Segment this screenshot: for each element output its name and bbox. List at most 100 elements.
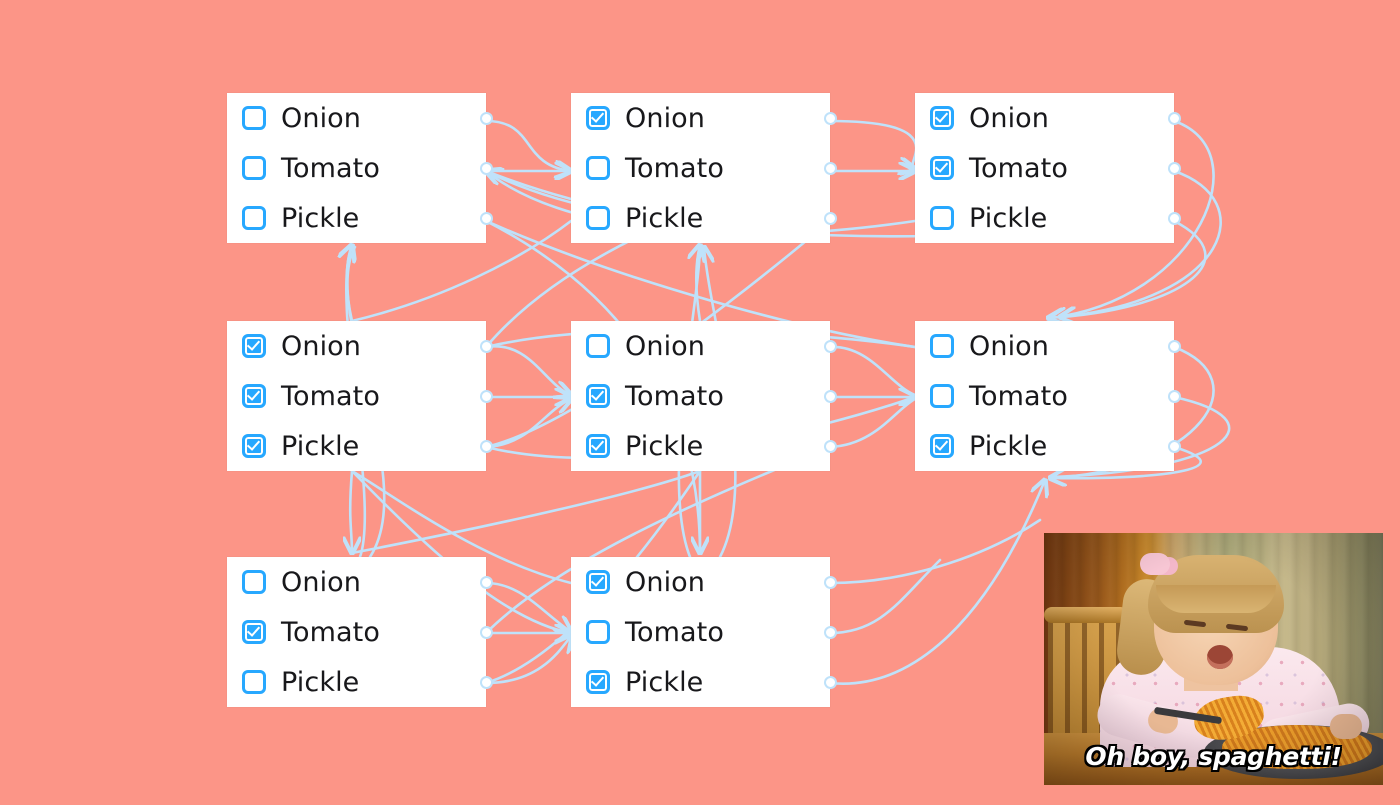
- ingredient-label: Pickle: [625, 430, 704, 462]
- ingredient-label: Tomato: [969, 152, 1068, 184]
- connection-handle-right[interactable]: [824, 161, 837, 175]
- ingredient-row[interactable]: Tomato: [571, 607, 830, 657]
- ingredient-card[interactable]: Onion Tomato Pickle: [915, 93, 1181, 243]
- ingredient-row[interactable]: Onion: [227, 93, 486, 143]
- ingredient-row[interactable]: Pickle: [227, 421, 486, 471]
- ingredient-row[interactable]: Onion: [571, 557, 830, 607]
- connection-handle-right[interactable]: [480, 161, 493, 175]
- connection-handle-right[interactable]: [480, 625, 493, 639]
- ingredient-label: Tomato: [281, 152, 380, 184]
- connection-handle-right[interactable]: [1168, 389, 1181, 403]
- ingredient-label: Onion: [625, 330, 705, 362]
- ingredient-label: Onion: [281, 102, 361, 134]
- meme-caption: Oh boy, spaghetti!: [1085, 742, 1342, 771]
- checkbox-unchecked-icon[interactable]: [930, 206, 954, 230]
- checkbox-unchecked-icon[interactable]: [930, 384, 954, 408]
- connection-handle-right[interactable]: [824, 675, 837, 689]
- ingredient-card[interactable]: Onion Tomato Pickle: [915, 321, 1181, 471]
- connection-handle-right[interactable]: [1168, 161, 1181, 175]
- connection-handle-right[interactable]: [480, 575, 493, 589]
- ingredient-row[interactable]: Onion: [915, 93, 1174, 143]
- ingredient-row[interactable]: Onion: [915, 321, 1174, 371]
- checkbox-checked-icon[interactable]: [930, 434, 954, 458]
- checkbox-checked-icon[interactable]: [586, 434, 610, 458]
- connection-handle-right[interactable]: [824, 575, 837, 589]
- connection-handle-right[interactable]: [824, 625, 837, 639]
- ingredient-row[interactable]: Onion: [227, 321, 486, 371]
- ingredient-label: Onion: [625, 566, 705, 598]
- ingredient-label: Tomato: [969, 380, 1068, 412]
- ingredient-row[interactable]: Onion: [571, 93, 830, 143]
- checkbox-checked-icon[interactable]: [586, 384, 610, 408]
- checkbox-checked-icon[interactable]: [242, 384, 266, 408]
- connection-handle-right[interactable]: [1168, 439, 1181, 453]
- ingredient-row[interactable]: Tomato: [227, 607, 486, 657]
- checkbox-checked-icon[interactable]: [586, 570, 610, 594]
- connection-handle-right[interactable]: [480, 389, 493, 403]
- ingredient-row[interactable]: Tomato: [915, 371, 1174, 421]
- ingredient-row[interactable]: Pickle: [915, 421, 1174, 471]
- checkbox-unchecked-icon[interactable]: [242, 156, 266, 180]
- checkbox-checked-icon[interactable]: [586, 670, 610, 694]
- checkbox-checked-icon[interactable]: [930, 106, 954, 130]
- connection-handle-right[interactable]: [1168, 111, 1181, 125]
- ingredient-label: Onion: [969, 330, 1049, 362]
- ingredient-row[interactable]: Onion: [571, 321, 830, 371]
- ingredient-label: Pickle: [281, 430, 360, 462]
- connection-handle-right[interactable]: [480, 211, 493, 225]
- ingredient-label: Onion: [281, 330, 361, 362]
- checkbox-checked-icon[interactable]: [930, 156, 954, 180]
- ingredient-row[interactable]: Pickle: [571, 421, 830, 471]
- ingredient-row[interactable]: Tomato: [915, 143, 1174, 193]
- ingredient-label: Pickle: [625, 666, 704, 698]
- checkbox-unchecked-icon[interactable]: [242, 106, 266, 130]
- connection-handle-right[interactable]: [824, 111, 837, 125]
- connection-handle-right[interactable]: [480, 111, 493, 125]
- checkbox-checked-icon[interactable]: [242, 334, 266, 358]
- connection-handle-right[interactable]: [824, 439, 837, 453]
- ingredient-label: Tomato: [281, 380, 380, 412]
- connection-handle-right[interactable]: [480, 339, 493, 353]
- connection-handle-right[interactable]: [480, 675, 493, 689]
- checkbox-unchecked-icon[interactable]: [586, 156, 610, 180]
- checkbox-unchecked-icon[interactable]: [242, 206, 266, 230]
- ingredient-label: Pickle: [281, 666, 360, 698]
- ingredient-row[interactable]: Pickle: [915, 193, 1174, 243]
- connection-handle-right[interactable]: [824, 339, 837, 353]
- connection-handle-right[interactable]: [824, 211, 837, 225]
- connection-handle-right[interactable]: [824, 389, 837, 403]
- ingredient-row[interactable]: Pickle: [571, 657, 830, 707]
- checkbox-unchecked-icon[interactable]: [242, 670, 266, 694]
- connection-handle-right[interactable]: [1168, 211, 1181, 225]
- ingredient-card[interactable]: Onion Tomato Pickle: [227, 557, 493, 707]
- spaghetti-meme-image: Oh boy, spaghetti!: [1044, 533, 1383, 785]
- ingredient-card[interactable]: Onion Tomato Pickle: [227, 93, 493, 243]
- ingredient-card[interactable]: Onion Tomato Pickle: [227, 321, 493, 471]
- checkbox-unchecked-icon[interactable]: [586, 334, 610, 358]
- ingredient-label: Pickle: [281, 202, 360, 234]
- checkbox-unchecked-icon[interactable]: [586, 620, 610, 644]
- ingredient-label: Pickle: [969, 430, 1048, 462]
- checkbox-checked-icon[interactable]: [586, 106, 610, 130]
- ingredient-row[interactable]: Pickle: [227, 193, 486, 243]
- ingredient-card[interactable]: Onion Tomato Pickle: [571, 557, 837, 707]
- ingredient-row[interactable]: Tomato: [227, 143, 486, 193]
- ingredient-row[interactable]: Tomato: [227, 371, 486, 421]
- ingredient-row[interactable]: Tomato: [571, 143, 830, 193]
- connection-handle-right[interactable]: [480, 439, 493, 453]
- checkbox-checked-icon[interactable]: [242, 434, 266, 458]
- ingredient-row[interactable]: Pickle: [571, 193, 830, 243]
- flow-canvas[interactable]: Onion Tomato Pickle Onion Tomato Pickle Onion T…: [0, 0, 1400, 805]
- ingredient-row[interactable]: Pickle: [227, 657, 486, 707]
- ingredient-card[interactable]: Onion Tomato Pickle: [571, 93, 837, 243]
- ingredient-card[interactable]: Onion Tomato Pickle: [571, 321, 837, 471]
- ingredient-row[interactable]: Tomato: [571, 371, 830, 421]
- ingredient-label: Tomato: [625, 152, 724, 184]
- checkbox-unchecked-icon[interactable]: [930, 334, 954, 358]
- checkbox-unchecked-icon[interactable]: [242, 570, 266, 594]
- checkbox-checked-icon[interactable]: [242, 620, 266, 644]
- checkbox-unchecked-icon[interactable]: [586, 206, 610, 230]
- ingredient-row[interactable]: Onion: [227, 557, 486, 607]
- connection-handle-right[interactable]: [1168, 339, 1181, 353]
- ingredient-label: Onion: [969, 102, 1049, 134]
